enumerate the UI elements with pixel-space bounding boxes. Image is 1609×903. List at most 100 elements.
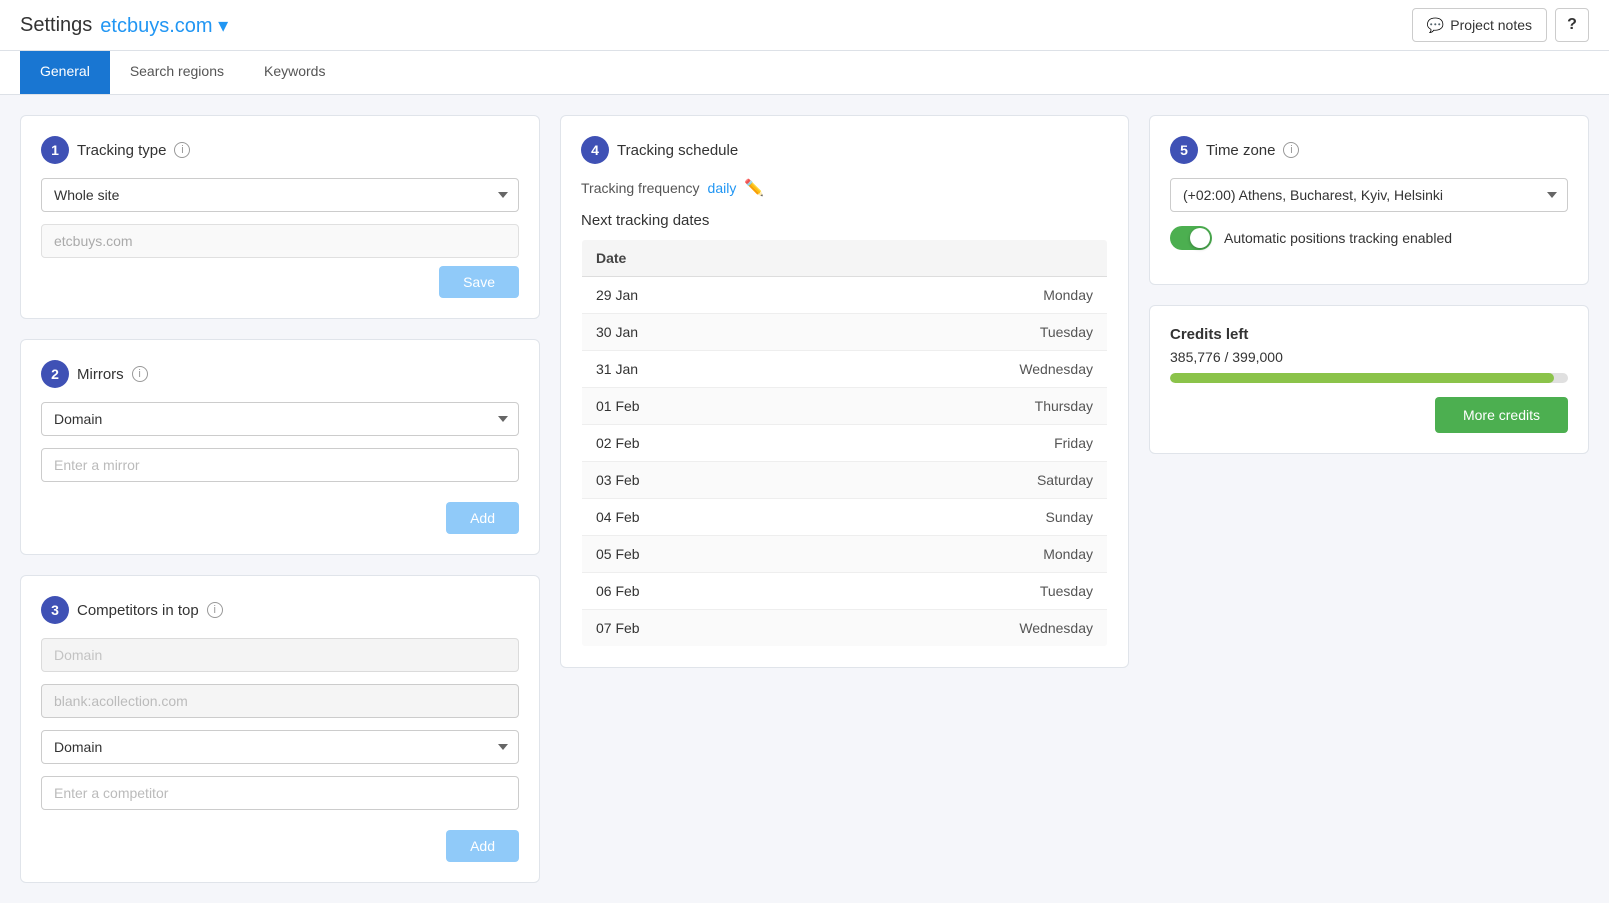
date-cell: 01 Feb [582,388,800,425]
day-cell: Wednesday [799,351,1107,388]
step4-badge: 4 [581,136,609,164]
project-notes-button[interactable]: 💬 Project notes [1412,8,1547,42]
right-column: 5 Time zone i (+02:00) Athens, Bucharest… [1149,115,1589,883]
table-row: 02 Feb Friday [582,425,1108,462]
tracking-type-select[interactable]: Whole site [41,178,519,212]
col-date-header: Date [582,240,800,277]
middle-column: 4 Tracking schedule Tracking frequency d… [560,115,1129,883]
mirrors-type-select[interactable]: Domain [41,402,519,436]
section3-title: Competitors in top [77,602,199,619]
competitor1-input [41,684,519,718]
day-cell: Friday [799,425,1107,462]
section-tracking-type: 1 Tracking type i Whole site etcbuys.com… [20,115,540,319]
date-cell: 02 Feb [582,425,800,462]
more-credits-button[interactable]: More credits [1435,397,1568,433]
section-competitors: 3 Competitors in top i Domain Domain [20,575,540,883]
competitors-add-button[interactable]: Add [446,830,519,862]
table-row: 29 Jan Monday [582,277,1108,314]
tracking-freq-value: daily [708,180,737,196]
tab-general-label: General [40,63,90,79]
day-cell: Monday [799,277,1107,314]
auto-tracking-toggle[interactable] [1170,226,1212,250]
section3-info-icon[interactable]: i [207,602,223,618]
tab-search-regions[interactable]: Search regions [110,51,244,94]
credits-value: 385,776 / 399,000 [1170,349,1568,365]
section-tracking-schedule: 4 Tracking schedule Tracking frequency d… [560,115,1129,668]
edit-freq-icon[interactable]: ✏️ [744,178,764,198]
section1-header: 1 Tracking type i [41,136,519,164]
section1-info-icon[interactable]: i [174,142,190,158]
auto-tracking-label: Automatic positions tracking enabled [1224,230,1452,246]
tab-keywords-label: Keywords [264,63,325,79]
timezone-dropdown-group: (+02:00) Athens, Bucharest, Kyiv, Helsin… [1170,178,1568,212]
header: Settings etcbuys.com ▾ 💬 Project notes ? [0,0,1609,51]
tracking-type-group: Whole site [41,178,519,212]
help-button[interactable]: ? [1555,8,1589,42]
domain-name: etcbuys.com [100,15,212,37]
table-row: 01 Feb Thursday [582,388,1108,425]
tab-general[interactable]: General [20,51,110,94]
day-cell: Sunday [799,499,1107,536]
competitor2-input[interactable] [41,776,519,810]
day-cell: Tuesday [799,573,1107,610]
timezone-select[interactable]: (+02:00) Athens, Bucharest, Kyiv, Helsin… [1170,178,1568,212]
tracking-freq-row: Tracking frequency daily ✏️ [581,178,1108,198]
competitor1-type-select[interactable]: Domain [41,638,519,672]
section-timezone: 5 Time zone i (+02:00) Athens, Bucharest… [1149,115,1589,285]
tab-search-regions-label: Search regions [130,63,224,79]
mirror-input-group [41,448,519,482]
table-row: 07 Feb Wednesday [582,610,1108,647]
competitor2-dropdown-group: Domain [41,730,519,764]
mirrors-add-button[interactable]: Add [446,502,519,534]
table-row: 03 Feb Saturday [582,462,1108,499]
settings-title: Settings [20,14,92,37]
day-cell: Monday [799,536,1107,573]
section3-header: 3 Competitors in top i [41,596,519,624]
tab-keywords[interactable]: Keywords [244,51,345,94]
domain-display: etcbuys.com [41,224,519,258]
dates-table: Date 29 Jan Monday 30 Jan Tuesday 31 Jan… [581,239,1108,647]
date-cell: 05 Feb [582,536,800,573]
section1-title: Tracking type [77,142,166,159]
section2-header: 2 Mirrors i [41,360,519,388]
competitor2-type-select[interactable]: Domain [41,730,519,764]
toggle-knob [1190,228,1210,248]
domain-caret: ▾ [213,15,229,37]
date-cell: 04 Feb [582,499,800,536]
date-cell: 31 Jan [582,351,800,388]
section5-header: 5 Time zone i [1170,136,1568,164]
competitor1-dropdown-group: Domain [41,638,519,672]
mirror-input[interactable] [41,448,519,482]
next-dates-label: Next tracking dates [581,212,1108,229]
credits-title: Credits left [1170,326,1568,343]
day-cell: Thursday [799,388,1107,425]
table-row: 31 Jan Wednesday [582,351,1108,388]
question-icon: ? [1567,16,1577,34]
credits-section: Credits left 385,776 / 399,000 More cred… [1149,305,1589,454]
domain-selector[interactable]: etcbuys.com ▾ [100,13,228,38]
competitor1-input-group [41,684,519,718]
step5-badge: 5 [1170,136,1198,164]
credits-bar-fill [1170,373,1554,383]
section5-title: Time zone [1206,142,1275,159]
section2-info-icon[interactable]: i [132,366,148,382]
date-cell: 29 Jan [582,277,800,314]
section4-header: 4 Tracking schedule [581,136,1108,164]
auto-tracking-row: Automatic positions tracking enabled [1170,226,1568,250]
col-day-header [799,240,1107,277]
section5-info-icon[interactable]: i [1283,142,1299,158]
save-button[interactable]: Save [439,266,519,298]
table-row: 04 Feb Sunday [582,499,1108,536]
header-left: Settings etcbuys.com ▾ [20,13,228,38]
tab-bar: General Search regions Keywords [0,51,1609,95]
section2-title: Mirrors [77,366,124,383]
table-row: 05 Feb Monday [582,536,1108,573]
mirrors-dropdown-group: Domain [41,402,519,436]
main-content: 1 Tracking type i Whole site etcbuys.com… [0,95,1609,903]
date-cell: 07 Feb [582,610,800,647]
day-cell: Saturday [799,462,1107,499]
tracking-freq-label: Tracking frequency [581,180,700,196]
step2-badge: 2 [41,360,69,388]
date-cell: 30 Jan [582,314,800,351]
header-right: 💬 Project notes ? [1412,8,1589,42]
